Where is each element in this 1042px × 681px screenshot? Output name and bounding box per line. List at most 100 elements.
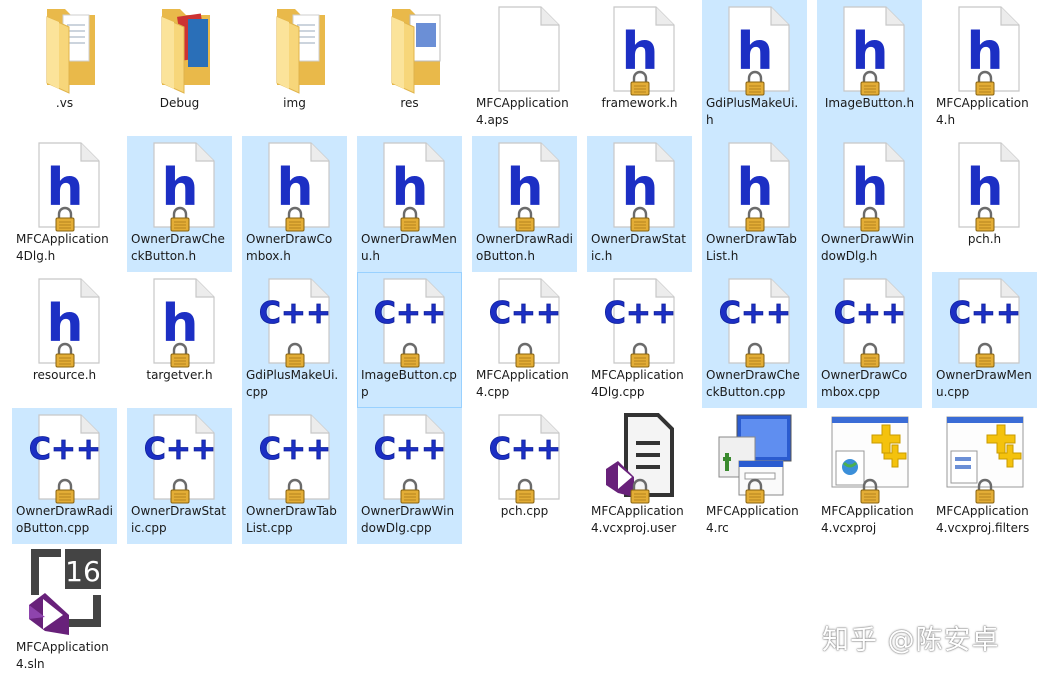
vcxproj-filters-icon-graphic	[946, 416, 1024, 504]
file-item[interactable]: MFCApplication4.vcxproj.user	[587, 408, 692, 544]
h-file-icon-graphic: h	[728, 6, 790, 96]
h-file-icon: h	[715, 3, 795, 96]
file-item[interactable]: C++ OwnerDrawCheckButton.cpp	[702, 272, 807, 408]
file-name: MFCApplication4Dlg.cpp	[591, 368, 684, 399]
file-item[interactable]: h pch.h	[932, 136, 1037, 272]
file-item[interactable]: h framework.h	[587, 0, 692, 136]
file-item[interactable]: C++ OwnerDrawCombox.cpp	[817, 272, 922, 408]
file-item[interactable]: MFCApplication4.aps	[472, 0, 577, 136]
cpp-file-icon: C++	[945, 275, 1025, 368]
file-item[interactable]: C++ OwnerDrawStatic.cpp	[127, 408, 232, 544]
h-file-icon-graphic: h	[38, 278, 100, 368]
file-item[interactable]: MFCApplication4.vcxproj.filters	[932, 408, 1037, 544]
file-item[interactable]: 16 MFCApplication4.sln	[12, 544, 117, 680]
file-item[interactable]: h OwnerDrawRadioButton.h	[472, 136, 577, 272]
file-name: MFCApplication4.cpp	[476, 368, 569, 399]
file-name: OwnerDrawWindowDlg.h	[821, 232, 915, 263]
file-item[interactable]: C++ OwnerDrawMenu.cpp	[932, 272, 1037, 408]
h-file-icon: h	[715, 139, 795, 232]
svg-text:C++: C++	[29, 432, 101, 467]
file-name: pch.h	[967, 232, 1002, 246]
h-file-icon-graphic: h	[613, 6, 675, 96]
cpp-file-icon: C++	[370, 275, 450, 368]
file-name: OwnerDrawCheckButton.h	[131, 232, 225, 263]
file-name: framework.h	[601, 96, 678, 110]
svg-text:C++: C++	[719, 296, 791, 331]
file-item[interactable]: h GdiPlusMakeUi.h	[702, 0, 807, 136]
file-item[interactable]: C++ OwnerDrawTabList.cpp	[242, 408, 347, 544]
h-file-icon: h	[830, 3, 910, 96]
cpp-file-icon: C++	[140, 411, 220, 504]
file-item[interactable]: h MFCApplication4Dlg.h	[12, 136, 117, 272]
file-item[interactable]: h MFCApplication4.h	[932, 0, 1037, 136]
vs-solution-icon: 16	[25, 547, 105, 639]
file-name: MFCApplication4.vcxproj.user	[591, 504, 684, 535]
h-file-icon: h	[370, 139, 450, 232]
file-item[interactable]: res	[357, 0, 462, 136]
file-item[interactable]: C++ pch.cpp	[472, 408, 577, 544]
file-name: res	[400, 96, 419, 110]
file-name: GdiPlusMakeUi.h	[706, 96, 799, 127]
file-item[interactable]: h OwnerDrawMenu.h	[357, 136, 462, 272]
file-item[interactable]: C++ OwnerDrawRadioButton.cpp	[12, 408, 117, 544]
h-file-icon: h	[25, 139, 105, 232]
blank-file-icon-graphic	[498, 6, 560, 92]
cpp-file-icon-graphic: C++	[143, 414, 217, 504]
cpp-file-icon-graphic: C++	[603, 278, 677, 368]
cpp-file-icon-graphic: C++	[258, 278, 332, 368]
file-item[interactable]: .vs	[12, 0, 117, 136]
file-item[interactable]: C++ OwnerDrawWindowDlg.cpp	[357, 408, 462, 544]
cpp-file-icon: C++	[255, 411, 335, 504]
h-file-icon: h	[600, 3, 680, 96]
vs-solution-icon-graphic: 16	[29, 549, 101, 635]
svg-text:C++: C++	[949, 296, 1021, 331]
file-item[interactable]: h targetver.h	[127, 272, 232, 408]
h-file-icon-graphic: h	[843, 142, 905, 232]
svg-text:C++: C++	[489, 432, 561, 467]
svg-text:C++: C++	[374, 296, 446, 331]
file-name: OwnerDrawRadioButton.cpp	[16, 504, 113, 535]
file-item[interactable]: C++ MFCApplication4Dlg.cpp	[587, 272, 692, 408]
file-item[interactable]: MFCApplication4.vcxproj	[817, 408, 922, 544]
file-item[interactable]: h OwnerDrawStatic.h	[587, 136, 692, 272]
file-item[interactable]: h ImageButton.h	[817, 0, 922, 136]
file-item[interactable]: C++ MFCApplication4.cpp	[472, 272, 577, 408]
file-item[interactable]: h OwnerDrawWindowDlg.h	[817, 136, 922, 272]
h-file-icon-graphic: h	[153, 278, 215, 368]
h-file-icon-graphic: h	[843, 6, 905, 96]
file-name: MFCApplication4Dlg.h	[16, 232, 109, 263]
file-item[interactable]: C++ ImageButton.cpp	[357, 272, 462, 408]
cpp-file-icon: C++	[25, 411, 105, 504]
file-item[interactable]: Debug	[127, 0, 232, 136]
h-file-icon: h	[600, 139, 680, 232]
svg-text:16: 16	[65, 555, 101, 588]
vcxproj-icon-graphic	[831, 416, 909, 504]
cpp-file-icon: C++	[715, 275, 795, 368]
file-name: OwnerDrawTabList.cpp	[246, 504, 337, 535]
file-item[interactable]: h OwnerDrawTabList.h	[702, 136, 807, 272]
file-item[interactable]: h OwnerDrawCheckButton.h	[127, 136, 232, 272]
file-name: ImageButton.h	[824, 96, 915, 110]
file-name: MFCApplication4.rc	[706, 504, 799, 535]
file-name: ImageButton.cpp	[361, 368, 457, 399]
blank-file-icon	[485, 3, 565, 95]
h-file-icon-graphic: h	[38, 142, 100, 232]
file-name: OwnerDrawMenu.h	[361, 232, 457, 263]
file-name: OwnerDrawRadioButton.h	[476, 232, 573, 263]
file-name: img	[283, 96, 306, 110]
cpp-file-icon: C++	[370, 411, 450, 504]
file-name: OwnerDrawCheckButton.cpp	[706, 368, 800, 399]
h-file-icon: h	[25, 275, 105, 368]
file-item[interactable]: img	[242, 0, 347, 136]
file-item[interactable]: MFCApplication4.rc	[702, 408, 807, 544]
h-file-icon-graphic: h	[153, 142, 215, 232]
file-item[interactable]: h OwnerDrawCombox.h	[242, 136, 347, 272]
folder-icon-graphic	[276, 9, 325, 94]
vcxproj-user-icon-graphic	[606, 413, 674, 504]
cpp-file-icon-graphic: C++	[948, 278, 1022, 368]
file-item[interactable]: C++ GdiPlusMakeUi.cpp	[242, 272, 347, 408]
file-item[interactable]: h resource.h	[12, 272, 117, 408]
h-file-icon-graphic: h	[498, 142, 560, 232]
file-name: MFCApplication4.vcxproj.filters	[936, 504, 1030, 535]
cpp-file-icon: C++	[255, 275, 335, 368]
